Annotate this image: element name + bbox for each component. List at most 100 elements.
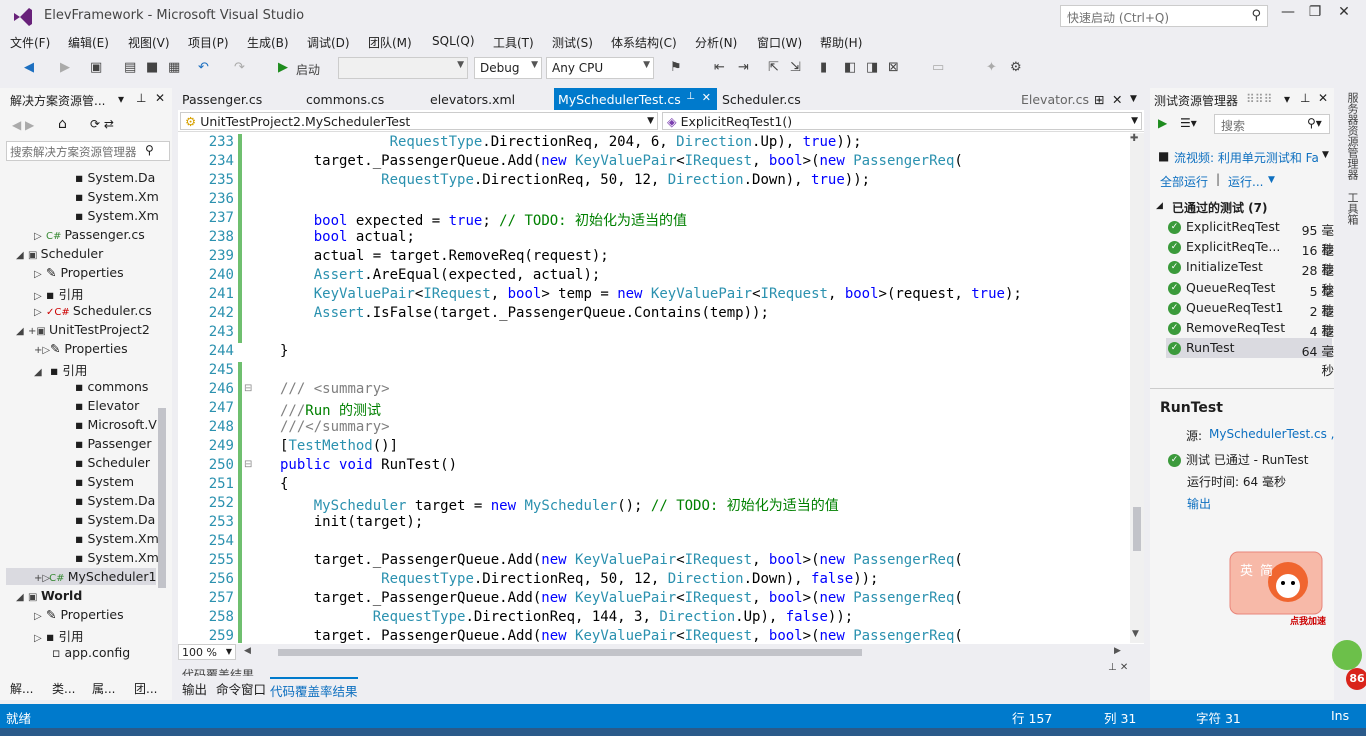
video-banner-link[interactable]: 流视频: 利用单元测试和 Fa	[1174, 149, 1322, 166]
undo-icon[interactable]: ↶	[198, 60, 209, 75]
speedup-label[interactable]: 点我加速	[1290, 614, 1326, 627]
run-all-link[interactable]: 全部运行	[1160, 173, 1208, 190]
expand-icon[interactable]: ▷	[34, 611, 46, 622]
toolbox-tab[interactable]: 工具箱	[1344, 192, 1360, 225]
editor-horizontal-scrollbar[interactable]: 100 % ▼ ◀ ▶	[178, 644, 1144, 662]
extensions-icon[interactable]: ⚙	[1010, 60, 1022, 75]
pin-icon[interactable]: ⊥ ✕	[1108, 662, 1128, 673]
comment-icon[interactable]: ⇱	[768, 60, 779, 75]
platform-combo[interactable]: Any CPU ▼	[546, 57, 654, 79]
back-icon[interactable]: ◀	[24, 60, 34, 75]
menu-sql[interactable]: SQL(Q)	[432, 34, 475, 48]
expand-icon[interactable]: ▷	[34, 633, 46, 644]
expand-icon[interactable]: ▷	[34, 291, 46, 302]
solution-search-input[interactable]: 搜索解决方案资源管理器 ⚲	[6, 141, 170, 161]
menu-window[interactable]: 窗口(W)	[757, 34, 802, 51]
minimize-button[interactable]: —	[1276, 4, 1300, 26]
expand-icon[interactable]: +▷	[34, 345, 50, 356]
back-icon[interactable]: ◀ ▶	[12, 118, 34, 132]
expand-icon[interactable]: +▷	[34, 573, 50, 584]
hscroll-thumb[interactable]	[278, 649, 862, 656]
menu-tools[interactable]: 工具(T)	[493, 34, 534, 51]
run-tests-icon[interactable]: ▶	[1158, 116, 1167, 130]
tab-list-icon[interactable]: ▼	[1130, 94, 1137, 104]
tab-team-explorer[interactable]: 团...	[134, 680, 157, 697]
floating-input-method-widget[interactable]: 英 简 点我加速	[1228, 548, 1338, 627]
menu-edit[interactable]: 编辑(E)	[68, 34, 109, 51]
tab-scheduler[interactable]: Scheduler.cs	[722, 92, 801, 107]
sync-icon[interactable]: ⟳ ⇄	[90, 117, 114, 131]
tree-item[interactable]: ▪ Scheduler	[75, 455, 150, 470]
run-link[interactable]: 运行...	[1228, 173, 1263, 190]
new-project-icon[interactable]: ▣	[90, 60, 102, 75]
home-icon[interactable]: ⌂	[58, 116, 67, 132]
test-search-input[interactable]: 搜索 ⚲▾	[1214, 114, 1330, 134]
panel-menu-icon[interactable]: ▾	[118, 92, 124, 106]
menu-architecture[interactable]: 体系结构(C)	[611, 34, 677, 51]
pin-icon[interactable]: ✦	[986, 60, 997, 75]
detail-source-link[interactable]: MySchedulerTest.cs ,	[1209, 427, 1334, 441]
tree-item-selected[interactable]: +▷ C# MyScheduler1	[6, 568, 156, 585]
collapse-icon[interactable]: ◢	[1156, 201, 1163, 211]
type-dropdown[interactable]: ⚙ UnitTestProject2.MySchedulerTest ▼	[180, 112, 658, 130]
collapse-region-icon[interactable]: ⊟	[244, 383, 252, 394]
collapse-icon[interactable]: ◢	[16, 326, 28, 337]
clear-bookmarks-icon[interactable]: ⊠	[888, 60, 899, 75]
collapse-region-icon[interactable]: ⊟	[244, 459, 252, 470]
close-preview-icon[interactable]: ✕	[1112, 92, 1122, 107]
collapse-icon[interactable]: ◢	[34, 367, 46, 378]
tab-command-window[interactable]: 命令窗口	[216, 679, 266, 698]
tree-item[interactable]: ▷ ▪ 引用	[34, 284, 83, 303]
menu-test[interactable]: 测试(S)	[552, 34, 593, 51]
speed-ball-widget[interactable]: 86	[1332, 640, 1366, 700]
pin-icon[interactable]: ⊥	[136, 91, 146, 105]
test-row[interactable]: ✓ InitializeTest	[1168, 259, 1263, 274]
close-panel-icon[interactable]: ✕	[155, 91, 165, 105]
tree-item[interactable]: ▪ System.Xm	[75, 189, 159, 204]
tree-item[interactable]: ▪ Passenger	[75, 436, 152, 451]
editor-vertical-scrollbar[interactable]: ✚ ▼	[1130, 133, 1144, 643]
pin-icon[interactable]: ⊥	[1300, 91, 1310, 105]
menu-project[interactable]: 项目(P)	[188, 34, 229, 51]
tree-item[interactable]: ◢ ▪ 引用	[34, 360, 87, 379]
menu-debug[interactable]: 调试(D)	[307, 34, 350, 51]
tab-output[interactable]: 输出	[182, 679, 207, 698]
next-bookmark-icon[interactable]: ◨	[866, 60, 878, 75]
tree-item[interactable]: ◢ ▣ Scheduler	[16, 246, 103, 261]
tree-item[interactable]: ▷ ✎ Properties	[34, 265, 124, 280]
menu-build[interactable]: 生成(B)	[247, 34, 289, 51]
tree-item[interactable]: ▷ ✎ Properties	[34, 607, 124, 622]
test-row-selected[interactable]: ✓ RunTest	[1168, 340, 1235, 355]
test-row[interactable]: ✓ ExplicitReqTe...	[1168, 239, 1280, 254]
close-panel-icon[interactable]: ✕	[1318, 91, 1328, 105]
detail-output-link[interactable]: 输出	[1187, 495, 1211, 512]
zoom-combo[interactable]: 100 % ▼	[178, 644, 236, 660]
tree-item[interactable]: ▪ System.Da	[75, 170, 155, 185]
tree-item[interactable]: ▪ System.Da	[75, 512, 155, 527]
menu-view[interactable]: 视图(V)	[128, 34, 170, 51]
tree-item[interactable]: ▷ ▪ 引用	[34, 626, 83, 645]
tree-item[interactable]: ▪ System	[75, 474, 134, 489]
chevron-down-icon[interactable]: ▼	[1268, 175, 1275, 185]
menu-file[interactable]: 文件(F)	[10, 34, 50, 51]
prev-bookmark-icon[interactable]: ◧	[844, 60, 856, 75]
tree-item[interactable]: ◢ ▣ World	[16, 588, 82, 603]
save-all-icon[interactable]: ▦	[168, 60, 180, 75]
scroll-right-icon[interactable]: ▶	[1114, 646, 1121, 656]
tab-solution-explorer[interactable]: 解...	[10, 680, 33, 697]
indent-icon[interactable]: ⇤	[714, 60, 725, 75]
tree-item[interactable]: ▪ System.Da	[75, 493, 155, 508]
scroll-thumb[interactable]	[1133, 507, 1141, 551]
expand-icon[interactable]: ▷	[34, 269, 46, 280]
scroll-left-icon[interactable]: ◀	[244, 646, 251, 656]
tree-item[interactable]: ▪ System.Xm	[75, 208, 159, 223]
tab-code-coverage[interactable]: 代码覆盖率结果	[270, 677, 358, 700]
tab-passenger[interactable]: Passenger.cs	[182, 92, 262, 107]
configuration-combo[interactable]: Debug ▼	[474, 57, 542, 79]
tree-item[interactable]: ▪ Microsoft.V	[75, 417, 157, 432]
uncomment-icon[interactable]: ⇲	[790, 60, 801, 75]
collapse-icon[interactable]: ◢	[16, 592, 28, 603]
tree-item[interactable]: ▷ ✓C# Scheduler.cs	[34, 303, 152, 318]
collapse-icon[interactable]: ◢	[16, 250, 28, 261]
passed-group-header[interactable]: 已通过的测试 (7)	[1172, 199, 1268, 216]
